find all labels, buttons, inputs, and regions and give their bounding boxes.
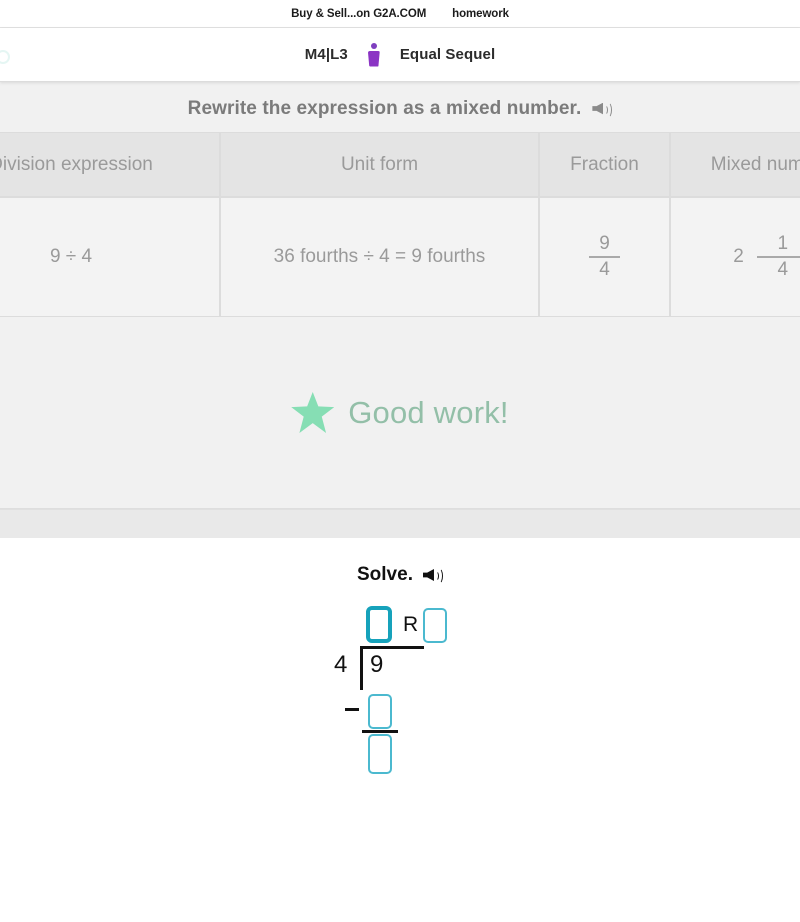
cell-mixed-number: 2 1 4 bbox=[670, 197, 800, 317]
cell-fraction: 9 4 bbox=[539, 197, 670, 317]
feedback-area: Good work! bbox=[0, 317, 800, 508]
prompt-row: Rewrite the expression as a mixed number… bbox=[0, 82, 800, 132]
table-header-unit-form: Unit form bbox=[220, 132, 539, 197]
lesson-title: Equal Sequel bbox=[399, 46, 496, 63]
division-bracket-vertical-line bbox=[360, 647, 363, 690]
bookmark-homework[interactable]: homework bbox=[452, 8, 509, 20]
fraction-nine-fourths: 9 4 bbox=[589, 234, 620, 279]
solve-section: Solve. R 4 9 bbox=[0, 538, 800, 781]
solve-speaker-icon[interactable] bbox=[422, 567, 443, 584]
mixed-number-two-and-one-fourth: 2 1 4 bbox=[733, 234, 800, 279]
table-header-division-expression: Division expression bbox=[0, 132, 220, 197]
dividend-value: 9 bbox=[370, 651, 384, 678]
star-icon bbox=[291, 392, 335, 433]
fraction-numerator: 9 bbox=[599, 233, 610, 255]
solve-label: Solve. bbox=[357, 564, 413, 585]
mixed-number-fraction: 1 4 bbox=[756, 233, 800, 280]
problem-table-wrapper: Division expression Unit form Fraction M… bbox=[0, 132, 800, 317]
panel-footer-band bbox=[0, 509, 800, 538]
fraction-denominator: 4 bbox=[599, 258, 610, 280]
page-title: Rewrite the expression as a mixed number… bbox=[187, 97, 582, 119]
lesson-code: M4|L3 bbox=[304, 46, 348, 63]
person-icon[interactable] bbox=[366, 42, 382, 68]
person-icon-body bbox=[367, 50, 380, 67]
table-header-fraction: Fraction bbox=[539, 132, 670, 197]
remainder-label: R bbox=[403, 613, 419, 636]
table-header-row: Division expression Unit form Fraction M… bbox=[0, 132, 800, 197]
long-division: R 4 9 bbox=[320, 606, 480, 781]
person-icon-head bbox=[370, 42, 377, 49]
minus-sign bbox=[345, 708, 359, 711]
solve-header: Solve. bbox=[0, 564, 800, 586]
cell-unit-form: 36 fourths ÷ 4 = 9 fourths bbox=[220, 197, 539, 317]
remainder-input-box[interactable] bbox=[423, 608, 447, 643]
product-input-box[interactable] bbox=[368, 694, 392, 729]
bookmark-g2a[interactable]: Buy & Sell...on G2A.COM bbox=[291, 8, 426, 20]
problem-table: Division expression Unit form Fraction M… bbox=[0, 132, 800, 317]
app-header: M4|L3 Equal Sequel bbox=[0, 28, 800, 82]
cell-division-expression: 9 ÷ 4 bbox=[0, 197, 220, 317]
table-row: 9 ÷ 4 36 fourths ÷ 4 = 9 fourths 9 4 2 1… bbox=[0, 197, 800, 317]
mixed-number-numerator: 1 bbox=[777, 233, 789, 255]
divisor-value: 4 bbox=[334, 651, 348, 678]
table-header-mixed-number: Mixed number bbox=[670, 132, 800, 197]
problem-panel: Rewrite the expression as a mixed number… bbox=[0, 82, 800, 509]
speaker-icon[interactable] bbox=[592, 101, 613, 118]
division-bracket-top-line bbox=[360, 646, 424, 649]
mixed-number-whole: 2 bbox=[733, 246, 744, 267]
clipped-left-icon bbox=[0, 50, 10, 64]
long-division-wrapper: R 4 9 bbox=[0, 606, 800, 781]
mixed-number-denominator: 4 bbox=[777, 258, 789, 280]
difference-input-box[interactable] bbox=[368, 734, 392, 774]
solve-speaker-icon-wave-outer bbox=[435, 568, 443, 584]
speaker-icon-wave-outer bbox=[604, 101, 613, 118]
browser-bookmark-bar: Buy & Sell...on G2A.COM homework bbox=[0, 0, 800, 28]
subtraction-line bbox=[362, 730, 398, 733]
quotient-input-box[interactable] bbox=[366, 606, 392, 643]
feedback-message: Good work! bbox=[348, 394, 509, 430]
